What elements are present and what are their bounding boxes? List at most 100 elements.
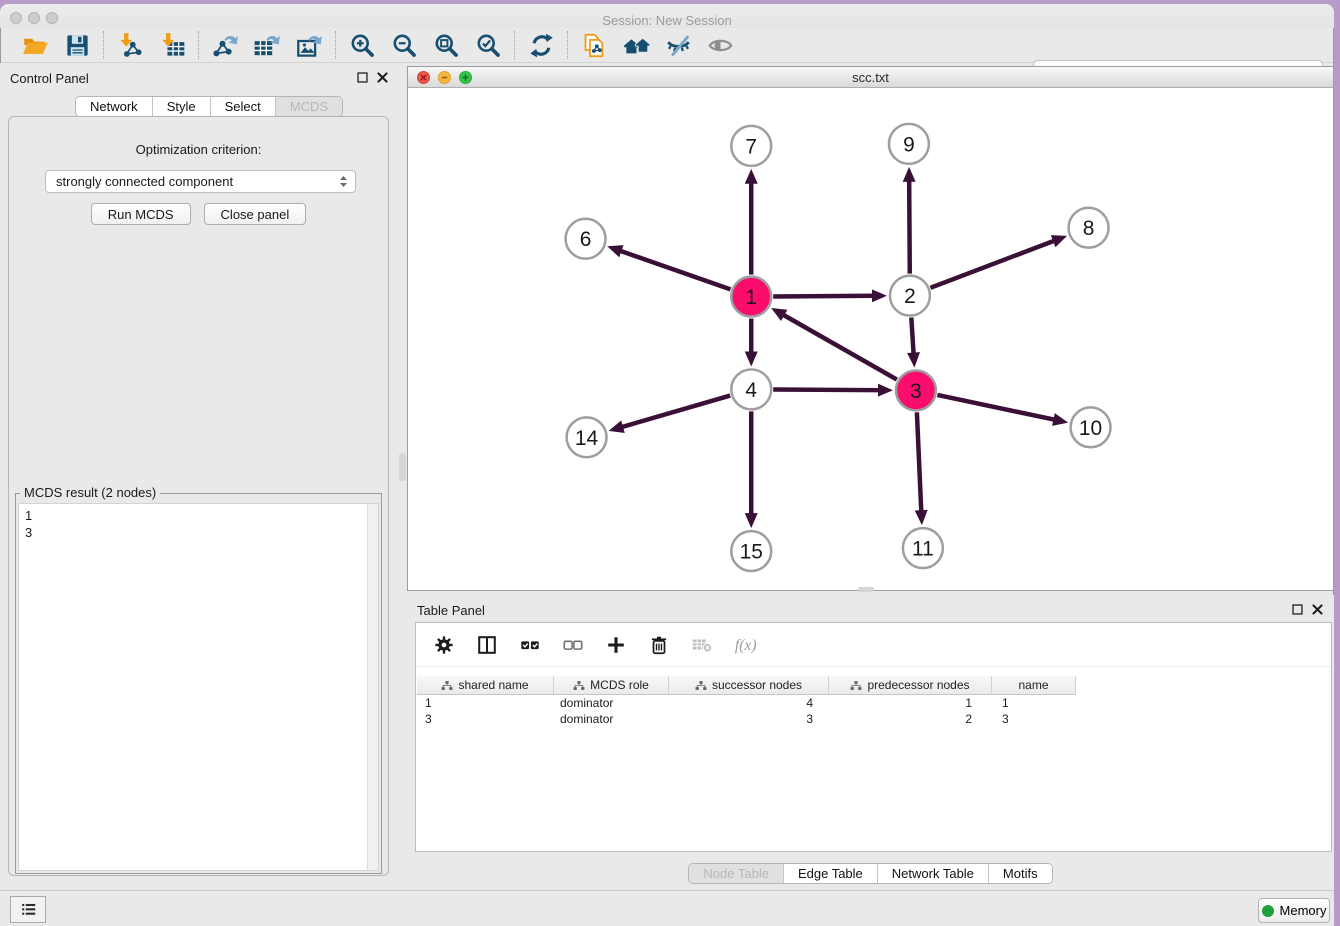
toolbar-zoom-in-button[interactable] (348, 31, 376, 59)
graph-node-4[interactable]: 4 (731, 369, 771, 409)
toolbar-import-network-button[interactable] (116, 31, 144, 59)
edge-arrowhead-4-14 (609, 420, 625, 432)
close-panel-icon[interactable] (376, 71, 389, 84)
toolbar-save-button[interactable] (63, 31, 91, 59)
cell-MCDS-role[interactable]: dominator (554, 712, 669, 726)
graph-node-6[interactable]: 6 (566, 219, 606, 259)
table-toolbar-delete-table-button[interactable] (690, 633, 714, 657)
open-folder-icon (22, 32, 49, 59)
toolbar-export-table-button[interactable] (253, 31, 281, 59)
column-header-name[interactable]: name (992, 676, 1076, 695)
column-header-predecessor-nodes[interactable]: predecessor nodes (829, 676, 992, 695)
tab-select[interactable]: Select (211, 97, 276, 116)
node-label-4: 4 (745, 379, 757, 402)
network-frame-titlebar[interactable]: scc.txt (408, 67, 1333, 88)
cell-predecessor-nodes[interactable]: 1 (829, 696, 992, 710)
run-mcds-button[interactable]: Run MCDS (91, 203, 191, 225)
graph-node-11[interactable]: 11 (903, 528, 943, 568)
table-toolbar-deselect-all-button[interactable] (561, 633, 585, 657)
edge-4-14[interactable] (620, 396, 730, 428)
criterion-dropdown[interactable]: strongly connected component (45, 170, 356, 193)
edge-2-3[interactable] (911, 317, 913, 355)
table-toolbar-columns-button[interactable] (475, 633, 499, 657)
graph-node-7[interactable]: 7 (731, 126, 771, 166)
edge-arrowhead-4-3 (878, 384, 893, 397)
tab-mcds[interactable]: MCDS (276, 97, 342, 116)
cell-shared-name[interactable]: 3 (417, 712, 554, 726)
toolbar-view-eye-button[interactable] (706, 31, 734, 59)
zoom-out-icon (391, 32, 418, 59)
table-row-1[interactable]: 3dominator323 (417, 711, 1330, 727)
float-table-panel-icon[interactable] (1291, 603, 1304, 616)
toolbar-import-table-button[interactable] (158, 31, 186, 59)
tree-icon (850, 680, 862, 691)
tab-network-table[interactable]: Network Table (878, 864, 989, 883)
result-scrollbar[interactable] (367, 504, 378, 870)
toolbar-zoom-out-button[interactable] (390, 31, 418, 59)
tab-node-table[interactable]: Node Table (689, 864, 784, 883)
network-canvas[interactable]: 7 9 6 8 1 2 4 3 14 10 15 11 (408, 88, 1333, 590)
tree-icon (441, 680, 453, 691)
main-toolbar (1, 28, 1333, 63)
toolbar-export-network-button[interactable] (211, 31, 239, 59)
table-row-0[interactable]: 1dominator411 (417, 695, 1330, 711)
graph-node-14[interactable]: 14 (567, 417, 607, 457)
graph-node-10[interactable]: 10 (1071, 407, 1111, 447)
tree-icon (695, 680, 707, 691)
vertical-splitter-handle[interactable] (399, 453, 406, 481)
toolbar-zoom-fit-button[interactable] (432, 31, 460, 59)
toolbar-hide-eye-button[interactable] (664, 31, 692, 59)
tree-icon (573, 680, 585, 691)
edge-1-6[interactable] (619, 250, 731, 289)
graph-node-8[interactable]: 8 (1069, 208, 1109, 248)
table-toolbar-gear-button[interactable] (432, 633, 456, 657)
edge-2-9[interactable] (909, 179, 910, 274)
graph-node-1[interactable]: 1 (731, 277, 771, 317)
table-toolbar-fx-button[interactable]: f(x) (733, 633, 757, 657)
graph-node-9[interactable]: 9 (889, 124, 929, 164)
edge-3-10[interactable] (937, 395, 1056, 420)
column-header-successor-nodes[interactable]: successor nodes (669, 676, 829, 695)
columns-icon (476, 634, 498, 656)
graph-node-2[interactable]: 2 (890, 276, 930, 316)
cell-successor-nodes[interactable]: 4 (669, 696, 829, 710)
tab-edge-table[interactable]: Edge Table (784, 864, 878, 883)
mcds-result-textarea[interactable]: 1 3 (18, 503, 379, 871)
edge-4-3[interactable] (773, 390, 881, 391)
edge-3-11[interactable] (917, 412, 921, 513)
graph-node-3[interactable]: 3 (896, 370, 936, 410)
close-panel-button[interactable]: Close panel (204, 203, 307, 225)
column-header-shared-name[interactable]: shared name (417, 676, 554, 695)
cell-name[interactable]: 3 (992, 712, 1076, 726)
float-panel-icon[interactable] (356, 71, 369, 84)
cell-shared-name[interactable]: 1 (417, 696, 554, 710)
toolbar-export-image-button[interactable] (295, 31, 323, 59)
edge-1-2[interactable] (773, 296, 875, 297)
window-title: Session: New Session (0, 13, 1334, 28)
edge-3-1[interactable] (782, 314, 897, 380)
cell-MCDS-role[interactable]: dominator (554, 696, 669, 710)
table-toolbar-add-button[interactable] (604, 633, 628, 657)
mcds-result-lines: 1 3 (19, 504, 366, 870)
tab-style[interactable]: Style (153, 97, 211, 116)
cell-name[interactable]: 1 (992, 696, 1076, 710)
toolbar-refresh-button[interactable] (527, 31, 555, 59)
node-label-2: 2 (904, 285, 916, 308)
cell-predecessor-nodes[interactable]: 2 (829, 712, 992, 726)
table-toolbar-select-all-button[interactable] (518, 633, 542, 657)
horizontal-splitter-handle[interactable] (858, 587, 874, 592)
edge-2-8[interactable] (930, 240, 1055, 288)
task-history-button[interactable] (10, 896, 46, 923)
memory-button[interactable]: Memory (1258, 898, 1330, 923)
table-toolbar-trash-button[interactable] (647, 633, 671, 657)
column-header-MCDS-role[interactable]: MCDS role (554, 676, 669, 695)
cell-successor-nodes[interactable]: 3 (669, 712, 829, 726)
tab-network[interactable]: Network (76, 97, 153, 116)
graph-node-15[interactable]: 15 (731, 531, 771, 571)
toolbar-open-folder-button[interactable] (21, 31, 49, 59)
toolbar-zoom-selected-button[interactable] (474, 31, 502, 59)
toolbar-duplicate-network-button[interactable] (580, 31, 608, 59)
toolbar-home-button[interactable] (622, 31, 650, 59)
tab-motifs[interactable]: Motifs (989, 864, 1052, 883)
close-table-panel-icon[interactable] (1311, 603, 1324, 616)
